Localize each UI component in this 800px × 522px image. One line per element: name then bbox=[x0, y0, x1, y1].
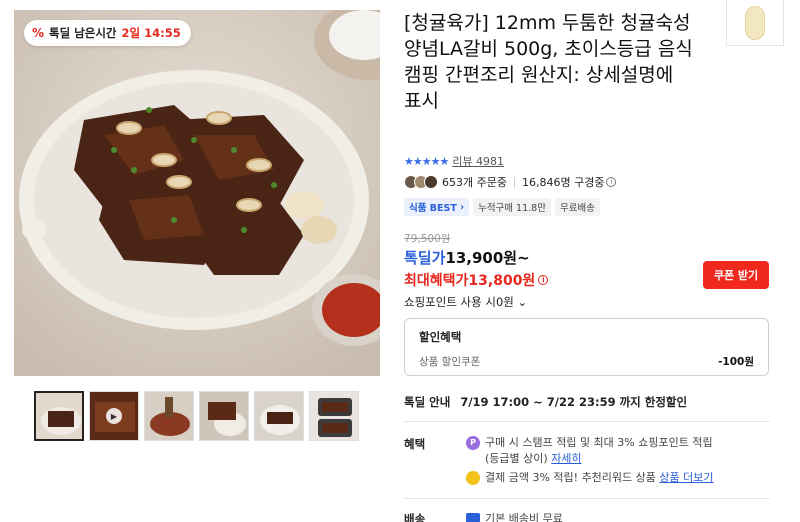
discount-row: 상품 할인쿠폰 -100원 bbox=[419, 354, 754, 369]
badge-label: 톡딜 남은시간 bbox=[49, 26, 117, 40]
food-photo bbox=[14, 10, 380, 376]
max-benefit-price: 최대혜택가 13,800원 i bbox=[404, 270, 549, 290]
rating-row: ★★★★★ 리뷰 4981 bbox=[404, 153, 504, 169]
divider bbox=[513, 176, 515, 188]
shipping-line: 기본 배송비 무료 bbox=[466, 510, 563, 522]
info-icon[interactable]: i bbox=[606, 177, 617, 187]
section-divider bbox=[404, 498, 770, 499]
shipping-label: 배송 bbox=[404, 512, 426, 522]
tag-text: 식품 BEST bbox=[409, 203, 457, 214]
discount-heading: 할인혜택 bbox=[419, 330, 462, 344]
product-page: % 톡딜 남은시간 2일 14:55 ▶ [청귤육가] 12mm 두툼한 청귤숙… bbox=[0, 0, 800, 522]
thumbnail-3[interactable] bbox=[144, 391, 194, 441]
tag-best[interactable]: 식품 BEST › bbox=[404, 198, 470, 216]
discount-row-value: -100원 bbox=[718, 356, 754, 368]
benefit-label: 혜택 bbox=[404, 437, 426, 451]
thumbnail-5[interactable] bbox=[254, 391, 304, 441]
thumbnail-6[interactable] bbox=[309, 391, 359, 441]
deal-price-value: 13,900원~ bbox=[445, 249, 530, 267]
product-info: [청귤육가] 12mm 두툼한 청귤숙성 양념LA갈비 500g, 초이스등급 … bbox=[404, 10, 770, 114]
shipping-text: 기본 배송비 무료 bbox=[485, 512, 563, 522]
star-rating-icon: ★★★★★ bbox=[404, 154, 449, 168]
badge-time: 2일 14:55 bbox=[121, 26, 181, 40]
capsule-icon bbox=[745, 5, 765, 40]
benefit-line1-text2: (등급별 상이) bbox=[485, 452, 548, 465]
play-icon: ▶ bbox=[106, 408, 122, 424]
max-price-label: 최대혜택가 bbox=[404, 273, 469, 289]
social-proof-row: 653개 주문중 16,846명 구경중 i bbox=[404, 174, 617, 190]
truck-icon bbox=[466, 513, 480, 522]
section-divider bbox=[404, 421, 770, 422]
point-icon: P bbox=[466, 436, 480, 450]
tag-cumulative: 누적구매 11.8만 bbox=[473, 198, 551, 216]
buyer-avatars bbox=[404, 175, 438, 189]
order-count: 653개 주문중 bbox=[442, 176, 507, 189]
floating-thumbnail[interactable] bbox=[726, 0, 784, 46]
benefit-line-reward: 결제 금액 3% 적립! 추천리워드 상품 상품 더보기 bbox=[466, 470, 714, 486]
deal-price-label: 톡딜가 bbox=[404, 249, 446, 267]
tag-free-shipping: 무료배송 bbox=[554, 198, 600, 216]
benefit-line2-text: 결제 금액 3% 적립! 추천리워드 상품 bbox=[485, 471, 656, 484]
benefit-line1-text: 구매 시 스탬프 적립 및 최대 3% 쇼핑포인트 적립 bbox=[485, 436, 713, 449]
thumbnail-1[interactable] bbox=[34, 391, 84, 441]
coin-icon bbox=[466, 471, 480, 485]
deal-info-period: 7/19 17:00 ~ 7/22 23:59 까지 한정할인 bbox=[460, 395, 688, 409]
coupon-button[interactable]: 쿠폰 받기 bbox=[703, 261, 769, 289]
details-link[interactable]: 자세히 bbox=[551, 452, 581, 465]
original-price: 79,500원 bbox=[404, 233, 451, 245]
chevron-down-icon: ⌄ bbox=[517, 295, 528, 309]
review-count-link[interactable]: 리뷰 4981 bbox=[452, 153, 504, 169]
discount-row-label: 상품 할인쿠폰 bbox=[419, 356, 481, 368]
points-usage[interactable]: 쇼핑포인트 사용 시0원 ⌄ bbox=[404, 294, 527, 310]
viewer-count: 16,846명 구경중 bbox=[521, 176, 605, 189]
max-price-value: 13,800원 bbox=[468, 273, 536, 289]
deal-info-label: 톡딜 안내 bbox=[404, 395, 451, 409]
benefit-line-stamp: P 구매 시 스탬프 적립 및 최대 3% 쇼핑포인트 적립 (등급별 상이) … bbox=[466, 435, 713, 467]
deal-timer-badge: % 톡딜 남은시간 2일 14:55 bbox=[24, 20, 191, 46]
thumbnail-4[interactable] bbox=[199, 391, 249, 441]
deal-info: 톡딜 안내 7/19 17:00 ~ 7/22 23:59 까지 한정할인 bbox=[404, 394, 687, 410]
product-title: [청귤육가] 12mm 두툼한 청귤숙성 양념LA갈비 500g, 초이스등급 … bbox=[404, 12, 693, 112]
points-text: 쇼핑포인트 사용 시0원 bbox=[404, 295, 514, 309]
info-icon[interactable]: i bbox=[538, 275, 549, 285]
deal-price: 톡딜가13,900원~ bbox=[404, 247, 530, 268]
avatar bbox=[424, 175, 438, 189]
more-products-link[interactable]: 상품 더보기 bbox=[659, 471, 713, 484]
percent-icon: % bbox=[32, 26, 45, 40]
thumbnail-video[interactable]: ▶ bbox=[89, 391, 139, 441]
thumbnail-strip: ▶ bbox=[34, 391, 359, 441]
tag-list: 식품 BEST › 누적구매 11.8만 무료배송 bbox=[404, 198, 600, 216]
main-product-image[interactable]: % 톡딜 남은시간 2일 14:55 bbox=[14, 10, 380, 376]
discount-box: 할인혜택 상품 할인쿠폰 -100원 bbox=[404, 318, 769, 376]
